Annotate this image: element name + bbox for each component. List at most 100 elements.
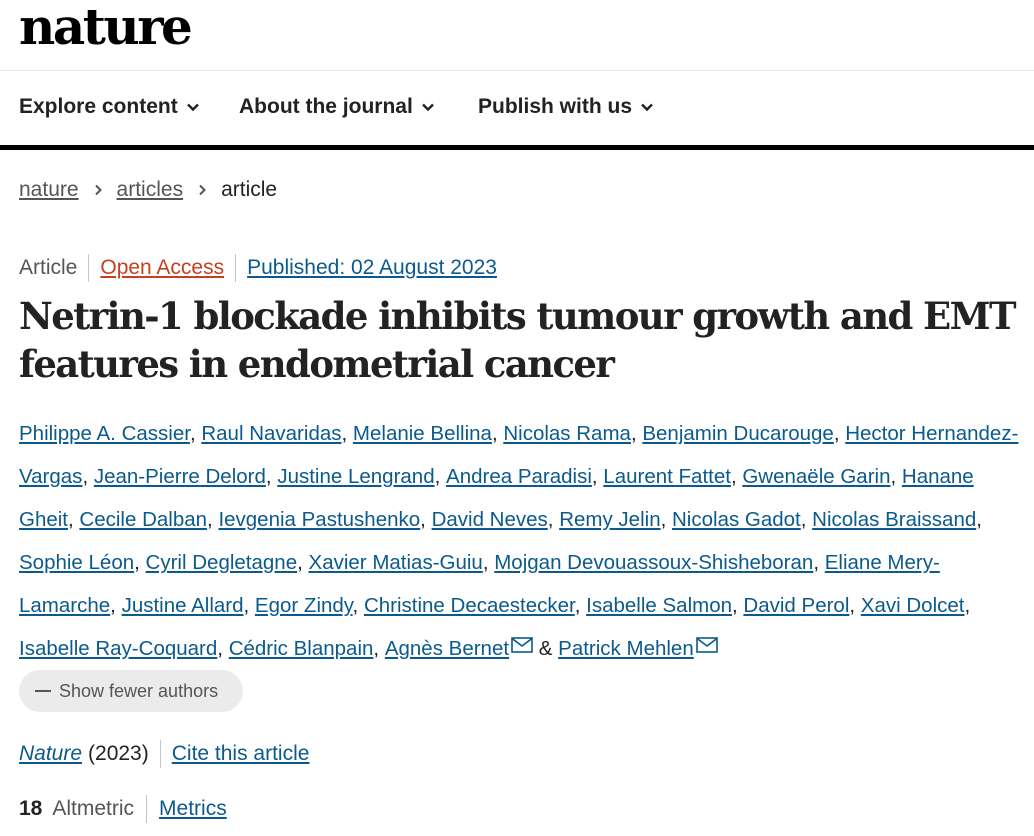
nav-explore-content[interactable]: Explore content <box>19 95 200 119</box>
show-fewer-authors-button[interactable]: Show fewer authors <box>19 670 243 712</box>
article-title: Netrin-1 blockade inhibits tumour growth… <box>19 294 1017 386</box>
author-separator: , <box>297 551 303 574</box>
author-separator: , <box>207 508 213 531</box>
author-ampersand: & <box>538 637 553 660</box>
author-item: David Perol, <box>743 594 860 617</box>
author-item: Agnès Bernet & <box>385 637 558 660</box>
author-link[interactable]: Remy Jelin <box>559 508 660 531</box>
author-link[interactable]: Patrick Mehlen <box>558 637 694 660</box>
author-item: Sophie Léon, <box>19 551 146 574</box>
author-link[interactable]: Jean-Pierre Delord <box>94 465 266 488</box>
author-separator: , <box>591 465 598 488</box>
author-link[interactable]: David Neves <box>432 508 548 531</box>
author-link[interactable]: Egor Zindy <box>255 594 353 617</box>
divider <box>235 254 237 282</box>
envelope-icon[interactable] <box>511 637 533 653</box>
envelope-icon[interactable] <box>695 637 718 653</box>
author-link[interactable]: Laurent Fattet <box>603 465 731 488</box>
author-link[interactable]: Cecile Dalban <box>79 508 207 531</box>
nav-publish-with-us-label: Publish with us <box>478 95 633 118</box>
main-navigation: Explore content About the journal Publis… <box>0 71 1034 150</box>
divider <box>88 254 90 282</box>
author-item: Philippe A. Cassier, <box>19 422 201 445</box>
author-separator: , <box>68 508 74 531</box>
author-link[interactable]: Cyril Degletagne <box>146 551 298 574</box>
cite-this-article-link[interactable]: Cite this article <box>172 742 310 766</box>
author-link[interactable]: Christine Decaestecker <box>364 594 575 617</box>
author-item: Nicolas Braissand, <box>812 508 982 531</box>
author-item: Cecile Dalban, <box>79 508 218 531</box>
nav-about-the-journal[interactable]: About the journal <box>239 95 435 119</box>
author-item: Xavier Matias-Guiu, <box>309 551 495 574</box>
author-item: Justine Lengrand, <box>277 465 446 488</box>
author-separator: , <box>976 508 982 531</box>
journal-citation: Nature (2023) Cite this article <box>19 740 309 768</box>
author-link[interactable]: Ievgenia Pastushenko <box>218 508 420 531</box>
author-link[interactable]: Justine Lengrand <box>277 465 434 488</box>
author-link[interactable]: Justine Allard <box>122 594 244 617</box>
author-item: David Neves, <box>432 508 560 531</box>
author-link[interactable]: Philippe A. Cassier <box>19 422 190 445</box>
author-item: Nicolas Gadot, <box>672 508 812 531</box>
breadcrumb-articles[interactable]: articles <box>117 178 184 202</box>
altmetric-label: Altmetric <box>52 797 135 820</box>
author-item: Isabelle Ray-Coquard, <box>19 637 229 660</box>
author-item: Remy Jelin, <box>559 508 672 531</box>
author-item: Egor Zindy, <box>255 594 364 617</box>
author-link[interactable]: Nicolas Braissand <box>812 508 976 531</box>
altmetric-score: 18 <box>19 797 43 820</box>
nature-logo[interactable]: nature <box>19 0 193 59</box>
author-link[interactable]: Agnès Bernet <box>385 637 509 660</box>
author-link[interactable]: Andrea Paradisi <box>446 465 592 488</box>
author-link[interactable]: Benjamin Ducarouge <box>642 422 833 445</box>
author-separator: , <box>630 422 637 445</box>
breadcrumb-nature[interactable]: nature <box>19 178 79 202</box>
show-fewer-authors-label: Show fewer authors <box>59 680 219 701</box>
author-link[interactable]: Isabelle Salmon <box>586 594 732 617</box>
author-link[interactable]: Nicolas Rama <box>503 422 631 445</box>
divider <box>146 795 148 823</box>
author-item: Melanie Bellina, <box>353 422 503 445</box>
author-item: Benjamin Ducarouge, <box>642 422 845 445</box>
open-access-link[interactable]: Open Access <box>100 256 224 280</box>
author-separator: , <box>134 551 140 574</box>
masthead: nature <box>0 0 1034 71</box>
author-item: Nicolas Rama, <box>503 422 642 445</box>
author-separator: , <box>189 422 196 445</box>
journal-name-link[interactable]: Nature <box>19 742 82 766</box>
author-separator: , <box>110 594 116 617</box>
nav-publish-with-us[interactable]: Publish with us <box>478 95 654 119</box>
author-link[interactable]: David Perol <box>743 594 849 617</box>
author-link[interactable]: Mojgan Devouassoux-Shisheboran <box>494 551 813 574</box>
nav-explore-content-label: Explore content <box>19 95 178 118</box>
author-item: Mojgan Devouassoux-Shisheboran, <box>494 551 825 574</box>
author-separator: , <box>482 551 489 574</box>
author-link[interactable]: Gwenaële Garin <box>742 465 890 488</box>
author-separator: , <box>964 594 971 617</box>
author-separator: , <box>352 594 359 617</box>
author-item: Xavi Dolcet, <box>861 594 970 617</box>
author-item: Isabelle Salmon, <box>586 594 743 617</box>
author-separator: , <box>800 508 807 531</box>
author-link[interactable]: Melanie Bellina <box>353 422 492 445</box>
chevron-right-icon <box>199 184 206 196</box>
minus-icon <box>35 690 51 692</box>
author-item: Jean-Pierre Delord, <box>94 465 277 488</box>
article-type: Article <box>19 256 78 279</box>
author-link[interactable]: Sophie Léon <box>19 551 134 574</box>
author-link[interactable]: Xavi Dolcet <box>861 594 965 617</box>
author-link[interactable]: Nicolas Gadot <box>672 508 801 531</box>
published-date-link[interactable]: Published: 02 August 2023 <box>247 256 497 280</box>
author-link[interactable]: Isabelle Ray-Coquard <box>19 637 217 660</box>
nav-about-the-journal-label: About the journal <box>239 95 413 118</box>
author-item: Cyril Degletagne, <box>146 551 309 574</box>
author-link[interactable]: Xavier Matias-Guiu <box>309 551 483 574</box>
author-separator: , <box>890 465 897 488</box>
author-link[interactable]: Cédric Blanpain <box>229 637 374 660</box>
author-separator: , <box>833 422 840 445</box>
author-separator: , <box>730 465 737 488</box>
author-separator: , <box>849 594 856 617</box>
author-separator: , <box>434 465 441 488</box>
metrics-link[interactable]: Metrics <box>159 797 227 821</box>
author-link[interactable]: Raul Navaridas <box>201 422 341 445</box>
